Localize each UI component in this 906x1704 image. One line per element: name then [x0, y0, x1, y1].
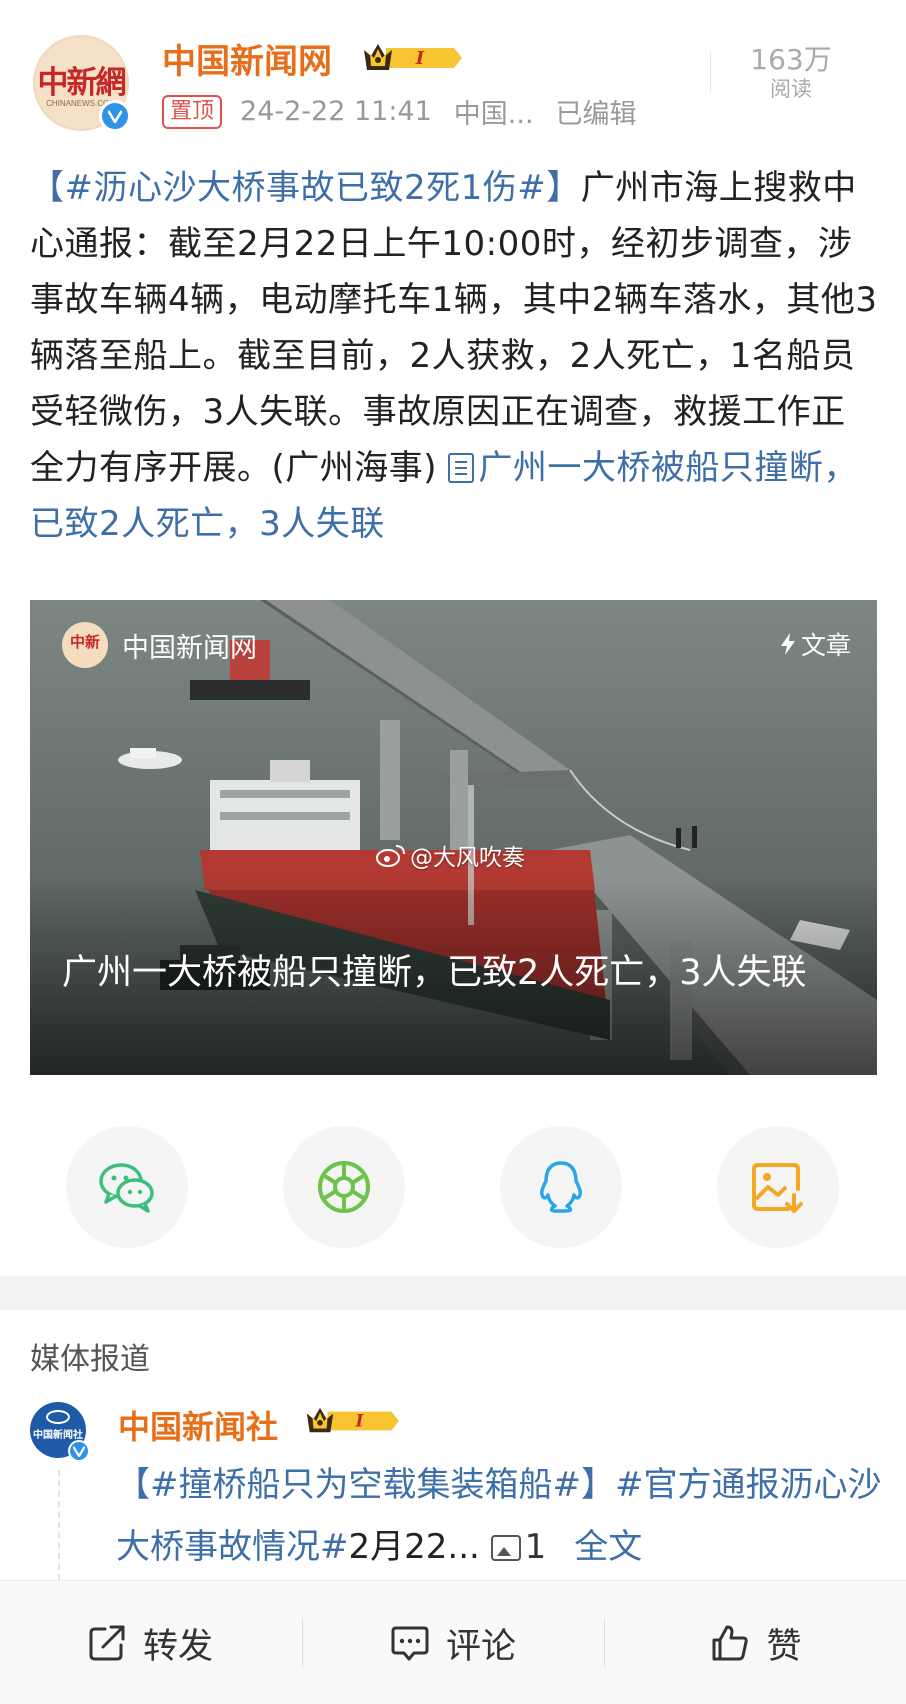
card-caption: 广州一大桥被船只撞断，已致2人死亡，3人失联: [62, 953, 807, 993]
image-count-value: 1: [524, 1527, 547, 1567]
repost-icon: [89, 1625, 125, 1661]
edited-label[interactable]: 已编辑: [556, 92, 637, 131]
report-crown-level: I: [355, 1411, 365, 1431]
comment-button[interactable]: 评论: [304, 1581, 602, 1704]
weibo-icon: [376, 845, 405, 867]
save-image-icon: [752, 1163, 803, 1213]
article-badge: 文章: [779, 626, 851, 662]
card-source-name: 中国新闻网: [122, 633, 257, 664]
read-count: 163万 阅读: [726, 44, 856, 102]
repost-button[interactable]: 转发: [0, 1581, 300, 1704]
avatar-logo-text: 中新網: [37, 65, 127, 101]
report-text: 【#撞桥船只为空载集装箱船#】#官方通报沥心沙大桥事故情况#2月22... 1全…: [116, 1454, 886, 1578]
report-vip-crown-badge[interactable]: I: [305, 1404, 399, 1442]
report-text-tail: 2月22...: [348, 1527, 480, 1567]
lightning-icon: [780, 633, 795, 655]
read-count-value: 163万: [750, 43, 832, 76]
media-reports-title: 媒体报道: [30, 1342, 150, 1377]
report-author-name[interactable]: 中国新闻社: [118, 1402, 278, 1448]
action-divider: [604, 1619, 605, 1667]
article-badge-label: 文章: [800, 631, 851, 660]
comment-icon: [391, 1626, 429, 1661]
like-button[interactable]: 赞: [606, 1581, 906, 1704]
post-meta: 置顶 24-2-22 11:41 中国... 已编辑: [162, 92, 637, 131]
post-body: 广州市海上搜救中心通报：截至2月22日上午10:00时，经初步调查，涉事故车辆4…: [30, 168, 878, 488]
crown-level: I: [415, 48, 425, 69]
pinned-badge: 置顶: [162, 94, 223, 129]
article-icon: [448, 453, 475, 483]
share-moments-button[interactable]: [283, 1126, 405, 1248]
report-hashtag-1[interactable]: 【#撞桥船只为空载集装箱船#】: [116, 1465, 615, 1505]
header-divider: [710, 52, 711, 92]
comment-label: 评论: [445, 1626, 516, 1667]
wechat-icon: [99, 1163, 154, 1213]
qq-icon: [540, 1161, 582, 1213]
watermark-text: @大风吹奏: [410, 845, 525, 871]
share-qq-button[interactable]: [500, 1126, 622, 1248]
globe-icon: [46, 1410, 70, 1424]
save-image-button[interactable]: [717, 1126, 839, 1248]
thread-line: [58, 1470, 60, 1580]
post-text: 【#沥心沙大桥事故已致2死1伤#】广州市海上搜救中心通报：截至2月22日上午10…: [30, 160, 880, 552]
bottom-action-bar: 转发 评论 赞: [0, 1580, 906, 1704]
image-count[interactable]: 1: [490, 1527, 547, 1567]
action-divider: [302, 1619, 303, 1667]
hashtag-link[interactable]: 【#沥心沙大桥事故已致2死1伤#】: [30, 168, 581, 208]
share-wechat-button[interactable]: [66, 1126, 188, 1248]
vip-crown-badge[interactable]: I: [362, 40, 462, 80]
section-divider: [0, 1276, 906, 1310]
report-verified-icon: [68, 1440, 90, 1462]
card-source-logo-text: 中新: [69, 633, 100, 651]
like-label: 赞: [766, 1626, 802, 1667]
read-count-label: 阅读: [770, 77, 812, 101]
post-timestamp: 24-2-22 11:41: [240, 96, 432, 127]
thumbs-up-icon: [712, 1625, 749, 1661]
repost-label: 转发: [142, 1626, 213, 1667]
author-name[interactable]: 中国新闻网: [162, 34, 332, 83]
article-card[interactable]: 中新 中国新闻网 文章 @大风吹奏 广州一大桥被船只撞断，已致2人死亡，3人失联: [30, 600, 877, 1075]
post-source: 中国...: [453, 99, 534, 130]
watermark: @大风吹奏: [376, 838, 525, 872]
card-source-logo: 中新: [62, 622, 108, 668]
image-icon: [490, 1535, 521, 1561]
report-avatar-text: 中国新闻社: [33, 1430, 83, 1441]
full-text-link[interactable]: 全文: [574, 1527, 642, 1567]
moments-icon: [318, 1161, 370, 1213]
verified-icon: [99, 100, 131, 132]
